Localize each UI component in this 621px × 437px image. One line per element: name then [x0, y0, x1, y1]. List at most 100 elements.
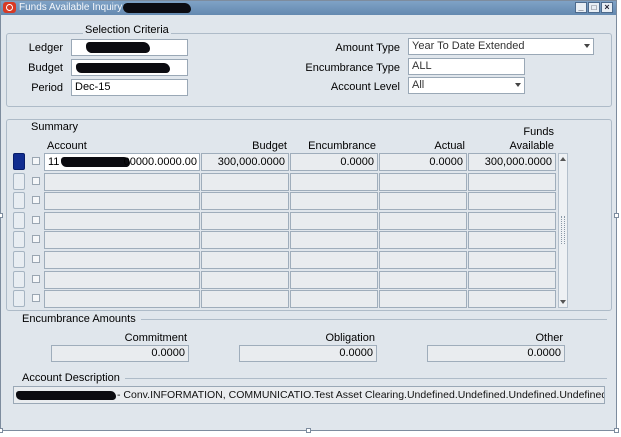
- account-level-value: All: [412, 79, 425, 91]
- budget-column-header: Budget: [252, 140, 287, 152]
- title-bar[interactable]: Funds Available Inquiry _ □ ×: [1, 1, 616, 15]
- empty-cell[interactable]: [201, 251, 289, 269]
- period-field[interactable]: Dec-15: [71, 79, 188, 96]
- row-selector[interactable]: [13, 251, 25, 268]
- amount-type-select[interactable]: Year To Date Extended: [408, 38, 594, 55]
- row-selector[interactable]: [13, 192, 25, 210]
- empty-cell[interactable]: [290, 270, 378, 289]
- empty-cell[interactable]: [44, 172, 200, 191]
- empty-cell[interactable]: [290, 290, 378, 309]
- close-button[interactable]: ×: [601, 2, 613, 13]
- account-cell[interactable]: 11 00000.0000.00: [44, 153, 200, 171]
- empty-cell[interactable]: [290, 251, 378, 269]
- empty-cell[interactable]: [379, 270, 467, 289]
- minimize-button[interactable]: _: [575, 2, 587, 13]
- encumbrance-type-field[interactable]: ALL: [408, 58, 525, 75]
- empty-cell[interactable]: [468, 211, 556, 230]
- redacted-ledger-value: [86, 42, 150, 53]
- empty-cell[interactable]: [468, 270, 556, 289]
- commitment-field[interactable]: 0.0000: [51, 345, 189, 362]
- empty-cell[interactable]: [379, 172, 467, 191]
- empty-cell[interactable]: [44, 290, 200, 309]
- account-suffix: 00000.0000.00: [123, 156, 197, 168]
- other-field[interactable]: 0.0000: [427, 345, 565, 362]
- empty-cell[interactable]: [468, 172, 556, 191]
- empty-cell[interactable]: [468, 231, 556, 250]
- triangle-down-icon[interactable]: [560, 300, 566, 304]
- obligation-field[interactable]: 0.0000: [239, 345, 377, 362]
- summary-heading: Summary: [31, 121, 79, 133]
- empty-cell[interactable]: [44, 192, 200, 211]
- account-description-field[interactable]: - Conv.INFORMATION, COMMUNICATIO.Test As…: [13, 386, 605, 404]
- row-checkbox[interactable]: [32, 157, 40, 165]
- maximize-button[interactable]: □: [588, 2, 600, 13]
- empty-cell[interactable]: [44, 211, 200, 230]
- triangle-up-icon[interactable]: [560, 157, 566, 161]
- row-selector[interactable]: [13, 231, 25, 249]
- redacted-budget-value: [76, 63, 170, 73]
- empty-cell[interactable]: [290, 231, 378, 250]
- empty-cell[interactable]: [201, 231, 289, 250]
- redacted-title-text: [123, 3, 191, 13]
- row-checkbox[interactable]: [32, 196, 40, 205]
- row-checkbox[interactable]: [32, 235, 40, 244]
- account-level-select[interactable]: All: [408, 77, 525, 94]
- row-checkbox[interactable]: [32, 215, 40, 224]
- empty-cell[interactable]: [468, 251, 556, 269]
- empty-cell[interactable]: [290, 172, 378, 191]
- scroll-thumb[interactable]: [561, 216, 565, 244]
- budget-field[interactable]: [71, 59, 188, 76]
- empty-cell[interactable]: [290, 211, 378, 230]
- empty-cell[interactable]: [468, 290, 556, 309]
- period-label: Period: [31, 82, 63, 94]
- summary-scrollbar[interactable]: [558, 153, 568, 308]
- row-selector-selected[interactable]: [13, 153, 25, 170]
- resize-handle-left[interactable]: [0, 213, 3, 218]
- resize-handle-bottom-right[interactable]: [614, 428, 619, 433]
- empty-cell[interactable]: [379, 251, 467, 269]
- empty-cell[interactable]: [468, 192, 556, 211]
- empty-cell[interactable]: [379, 211, 467, 230]
- row-checkbox[interactable]: [32, 255, 40, 263]
- empty-cell[interactable]: [201, 290, 289, 309]
- row-selector[interactable]: [13, 172, 25, 190]
- empty-cell[interactable]: [379, 231, 467, 250]
- empty-cell[interactable]: [44, 251, 200, 269]
- selection-criteria-heading: Selection Criteria: [83, 24, 171, 37]
- encumbrance-cell[interactable]: 0.0000: [290, 153, 378, 171]
- redacted-description-segment: [16, 391, 116, 400]
- encumbrance-column-header: Encumbrance: [308, 140, 376, 152]
- account-description-text: - Conv.INFORMATION, COMMUNICATIO.Test As…: [117, 389, 605, 401]
- empty-cell[interactable]: [379, 192, 467, 211]
- ledger-field[interactable]: [71, 39, 188, 56]
- account-prefix: 11: [48, 156, 60, 168]
- row-checkbox[interactable]: [32, 294, 40, 303]
- empty-cell[interactable]: [201, 172, 289, 191]
- amount-type-label: Amount Type: [335, 42, 400, 54]
- account-column-header: Account: [47, 140, 87, 152]
- empty-cell[interactable]: [201, 192, 289, 211]
- resize-handle-bottom-left[interactable]: [0, 428, 3, 433]
- account-description-divider: [125, 378, 607, 379]
- empty-cell[interactable]: [44, 270, 200, 289]
- actual-cell[interactable]: 0.0000: [379, 153, 467, 171]
- resize-handle-right[interactable]: [614, 213, 619, 218]
- empty-cell[interactable]: [290, 192, 378, 211]
- empty-cell[interactable]: [201, 211, 289, 230]
- empty-cell[interactable]: [379, 290, 467, 309]
- resize-handle-bottom[interactable]: [306, 428, 311, 433]
- encumbrance-amounts-heading: Encumbrance Amounts: [22, 313, 136, 325]
- oracle-logo-icon: [3, 2, 16, 13]
- budget-cell[interactable]: 300,000.0000: [201, 153, 289, 171]
- empty-cell[interactable]: [44, 231, 200, 250]
- row-selector[interactable]: [13, 290, 25, 308]
- funds-available-cell[interactable]: 300,000.0000: [468, 153, 556, 171]
- row-selector[interactable]: [13, 211, 25, 229]
- empty-cell[interactable]: [201, 270, 289, 289]
- row-checkbox[interactable]: [32, 274, 40, 283]
- ledger-label: Ledger: [28, 42, 63, 54]
- amount-type-value: Year To Date Extended: [412, 40, 525, 52]
- funds-available-header-line2: Available: [509, 140, 554, 152]
- row-selector[interactable]: [13, 270, 25, 288]
- row-checkbox[interactable]: [32, 176, 40, 185]
